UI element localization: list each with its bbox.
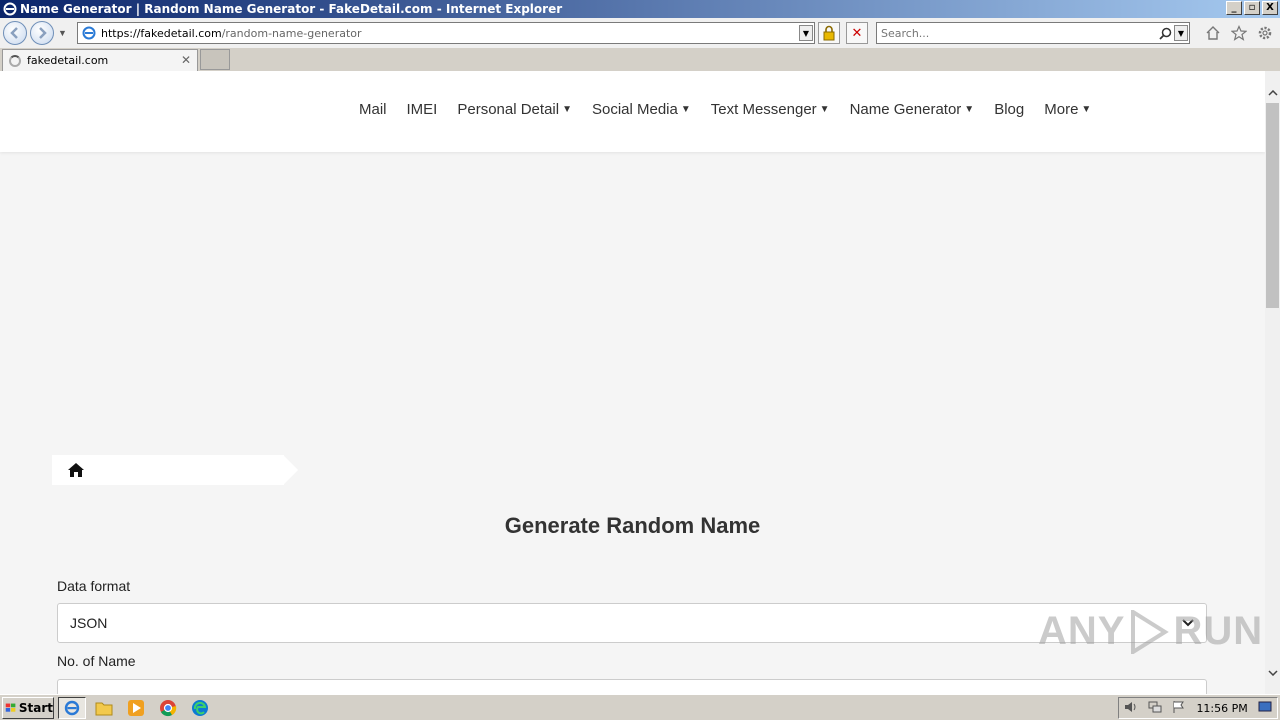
page-viewport: Mail IMEI Personal Detail ▼ Social Media ▼… [0,71,1265,694]
page-title: Generate Random Name [504,513,761,538]
menu-item-text-messenger[interactable]: Text Messenger ▼ [711,101,830,118]
menu-item-blog[interactable]: Blog [994,101,1024,118]
tab-title: fakedetail.com [27,54,109,67]
count-input[interactable] [57,679,1207,694]
menu-item-personal-detail[interactable]: Personal Detail ▼ [457,101,572,118]
count-label: No. of Name [57,653,136,669]
menu-label: Personal Detail [457,101,560,118]
home-icon[interactable] [1204,24,1222,42]
data-format-select[interactable]: JSON [57,603,1207,643]
forward-button[interactable] [30,21,54,45]
media-player-icon [128,699,144,716]
show-desktop-icon[interactable] [1258,701,1272,716]
browser-navigation-bar: ▼ https://fakedetail.com/random-name-gen… [0,18,1280,48]
caret-down-icon: ▼ [819,104,830,115]
scrollbar-thumb[interactable] [1266,103,1279,308]
window-title: Name Generator | Random Name Generator -… [20,2,563,16]
internet-explorer-icon [64,700,80,715]
window-title-bar: Name Generator | Random Name Generator -… [0,0,1280,18]
search-input[interactable] [881,24,1156,42]
menu-label: Blog [994,101,1025,118]
menu-item-more[interactable]: More ▼ [1044,101,1091,118]
scroll-up-icon[interactable] [1265,85,1280,100]
favorites-star-icon[interactable] [1230,24,1248,42]
new-tab-button[interactable] [200,49,230,70]
menu-label: More [1044,101,1079,118]
back-button[interactable] [3,21,27,45]
menu-item-social-media[interactable]: Social Media ▼ [592,101,691,118]
history-dropdown-icon[interactable]: ▼ [58,28,67,38]
taskbar-edge[interactable] [186,697,214,719]
menu-label: Name Generator [849,101,962,118]
taskbar: Start 11:56 PM [0,694,1280,720]
scroll-down-icon[interactable] [1265,665,1280,680]
site-header: Mail IMEI Personal Detail ▼ Social Media ▼… [0,71,1265,152]
url-host: https://fakedetail.com [101,26,222,40]
breadcrumb-home-icon[interactable] [66,460,86,480]
folder-icon [95,702,113,715]
data-format-label: Data format [57,578,131,594]
minimize-button[interactable]: _ [1226,1,1242,15]
taskbar-file-explorer[interactable] [90,697,118,719]
close-window-button[interactable]: X [1262,1,1278,15]
menu-label: Social Media [591,101,678,118]
search-box[interactable]: ▼ [876,22,1190,44]
anyrun-watermark: ANY RUN [1038,609,1264,654]
menu-item-name-generator[interactable]: Name Generator ▼ [850,101,975,118]
address-dropdown-icon[interactable]: ▼ [799,25,813,41]
menu-label: IMEI [406,101,438,118]
volume-icon[interactable] [1124,700,1138,717]
system-tray: 11:56 PM [1118,697,1278,719]
play-logo-icon [1131,609,1170,654]
start-button[interactable]: Start [2,696,54,719]
clock[interactable]: 11:56 PM [1196,702,1247,715]
loading-spinner-icon [9,54,21,67]
taskbar-internet-explorer[interactable] [58,696,86,719]
windows-logo-icon [5,703,16,712]
start-label: Start [18,700,53,715]
site-ie-icon [81,25,97,41]
address-bar[interactable]: https://fakedetail.com/random-name-gener… [77,22,815,44]
menu-label: Mail [359,101,387,118]
breadcrumb [52,455,299,485]
chrome-icon [160,699,177,716]
action-center-flag-icon[interactable] [1172,700,1186,717]
caret-down-icon: ▼ [680,104,691,115]
site-menu: Mail IMEI Personal Detail ▼ Social Media ▼… [359,101,1091,118]
restore-button[interactable]: ▫ [1244,1,1260,15]
network-icon[interactable] [1148,700,1162,717]
tab-close-icon[interactable]: ✕ [181,53,191,67]
forward-arrow-icon [39,27,47,39]
breadcrumb-arrow [269,455,299,485]
settings-gear-icon[interactable] [1256,24,1274,42]
search-icon[interactable] [1156,24,1174,42]
edge-icon [192,699,208,716]
caret-down-icon: ▼ [1081,104,1092,115]
menu-item-mail[interactable]: Mail [359,101,387,118]
security-lock-button[interactable] [818,22,840,44]
back-arrow-icon [10,27,18,39]
stop-button[interactable]: ✕ [846,22,868,44]
caret-down-icon: ▼ [964,104,975,115]
data-format-value: JSON [70,615,108,631]
internet-explorer-icon [2,1,18,17]
search-dropdown-icon[interactable]: ▼ [1174,25,1188,41]
taskbar-media-player[interactable] [122,697,150,719]
menu-label: Text Messenger [710,101,817,118]
vertical-scrollbar[interactable] [1265,71,1280,694]
caret-down-icon: ▼ [562,104,572,115]
url-path: /random-name-generator [221,26,362,40]
lock-icon [823,25,835,41]
tab-bar: fakedetail.com ✕ [0,48,1280,71]
menu-item-imei[interactable]: IMEI [407,101,438,118]
taskbar-chrome[interactable] [154,697,182,719]
browser-tab[interactable]: fakedetail.com ✕ [2,49,198,71]
